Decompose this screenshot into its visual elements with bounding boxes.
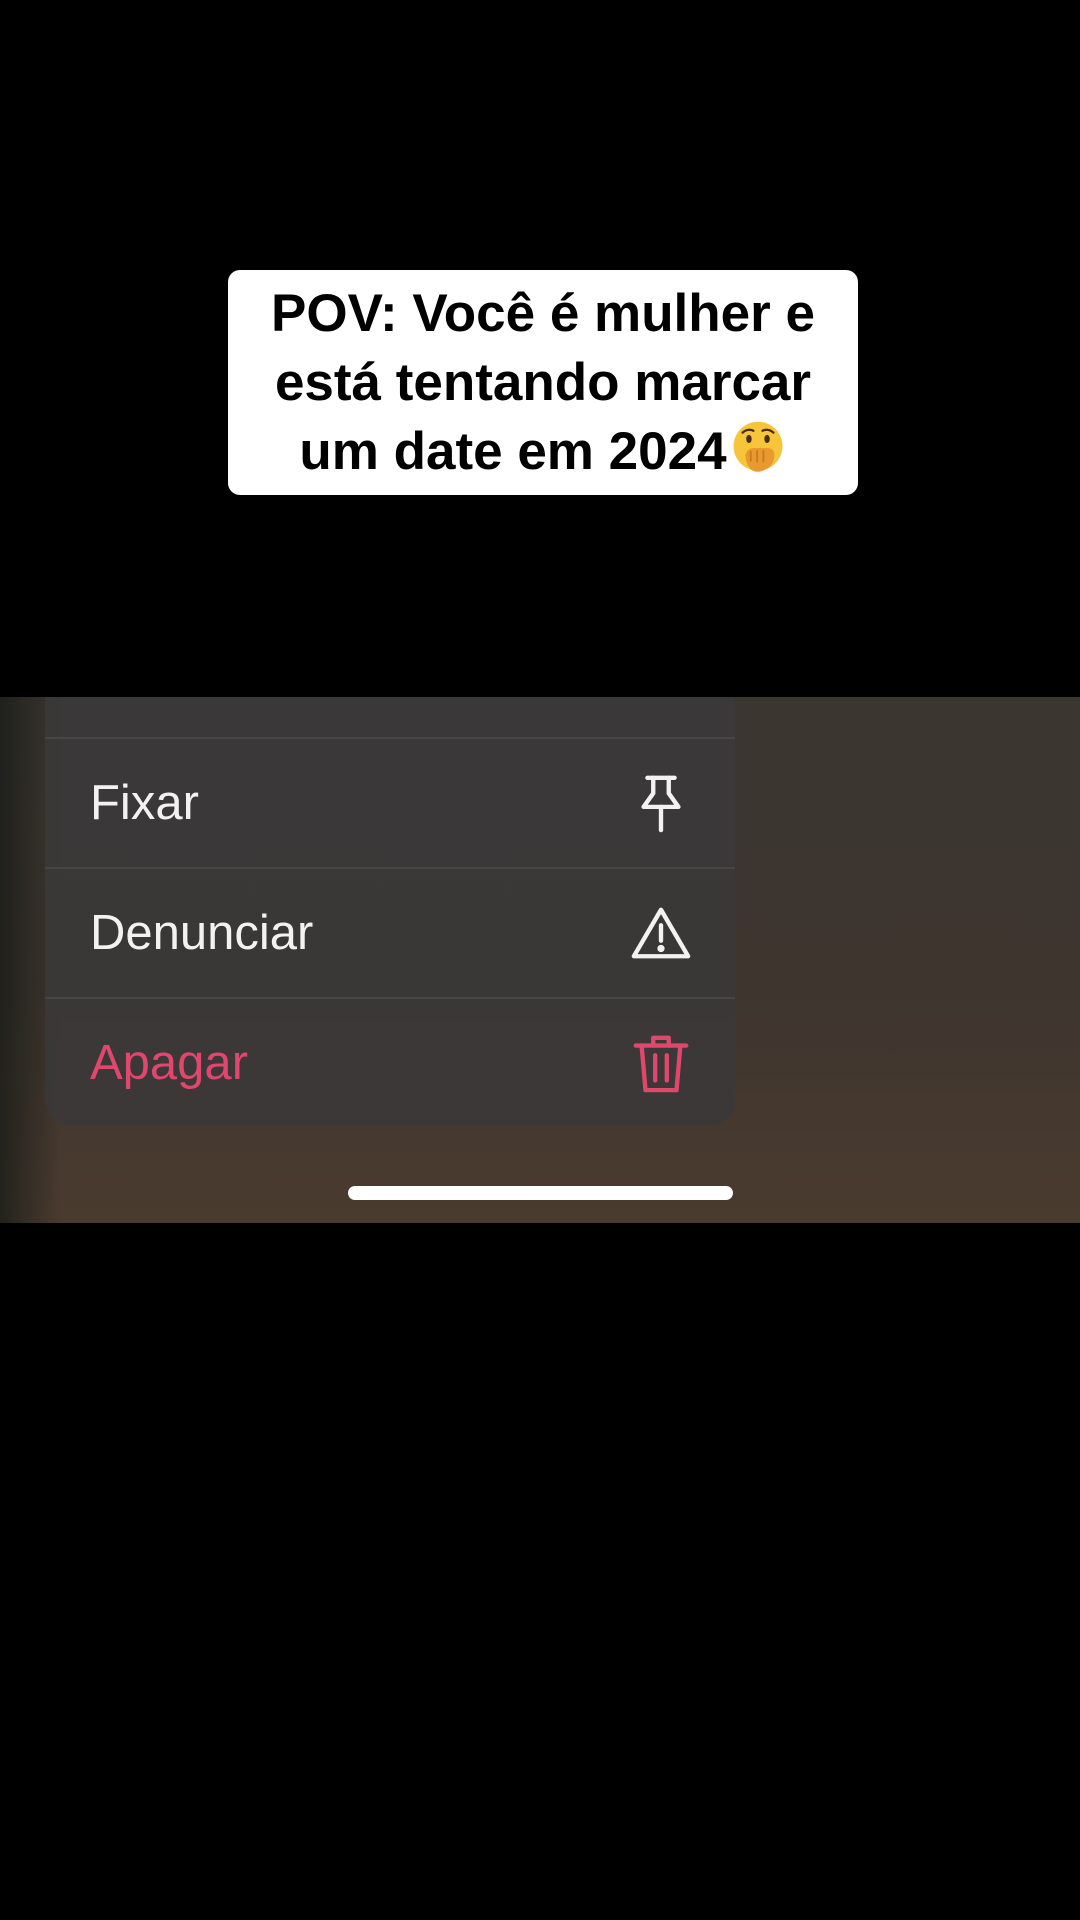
- menu-item-fixar[interactable]: Fixar: [45, 737, 735, 867]
- menu-item-apagar[interactable]: Apagar: [45, 997, 735, 1127]
- face-with-hand-over-mouth-icon: [733, 421, 783, 472]
- caption-line-3-text: um date em 2024: [299, 422, 727, 481]
- caption-line-1: POV: Você é mulher e: [271, 284, 815, 343]
- menu-item-label: Denunciar: [90, 906, 314, 960]
- home-indicator[interactable]: [348, 1186, 733, 1200]
- video-frame: Fixar Denunciar Apagar: [0, 697, 1080, 1223]
- caption-line-2: está tentando marcar: [274, 353, 812, 412]
- menu-item-label: Fixar: [90, 776, 199, 830]
- warning-triangle-icon: [631, 907, 691, 959]
- menu-item-label: Apagar: [90, 1036, 249, 1090]
- caption-line-3: um date em 2024: [299, 417, 786, 486]
- caption-box: POV: Você é mulher e está tentando marca…: [228, 270, 858, 495]
- menu-item-denunciar[interactable]: Denunciar: [45, 867, 735, 997]
- context-menu: Fixar Denunciar Apagar: [45, 697, 735, 1125]
- trash-icon: [633, 1035, 689, 1093]
- pin-icon: [641, 775, 681, 833]
